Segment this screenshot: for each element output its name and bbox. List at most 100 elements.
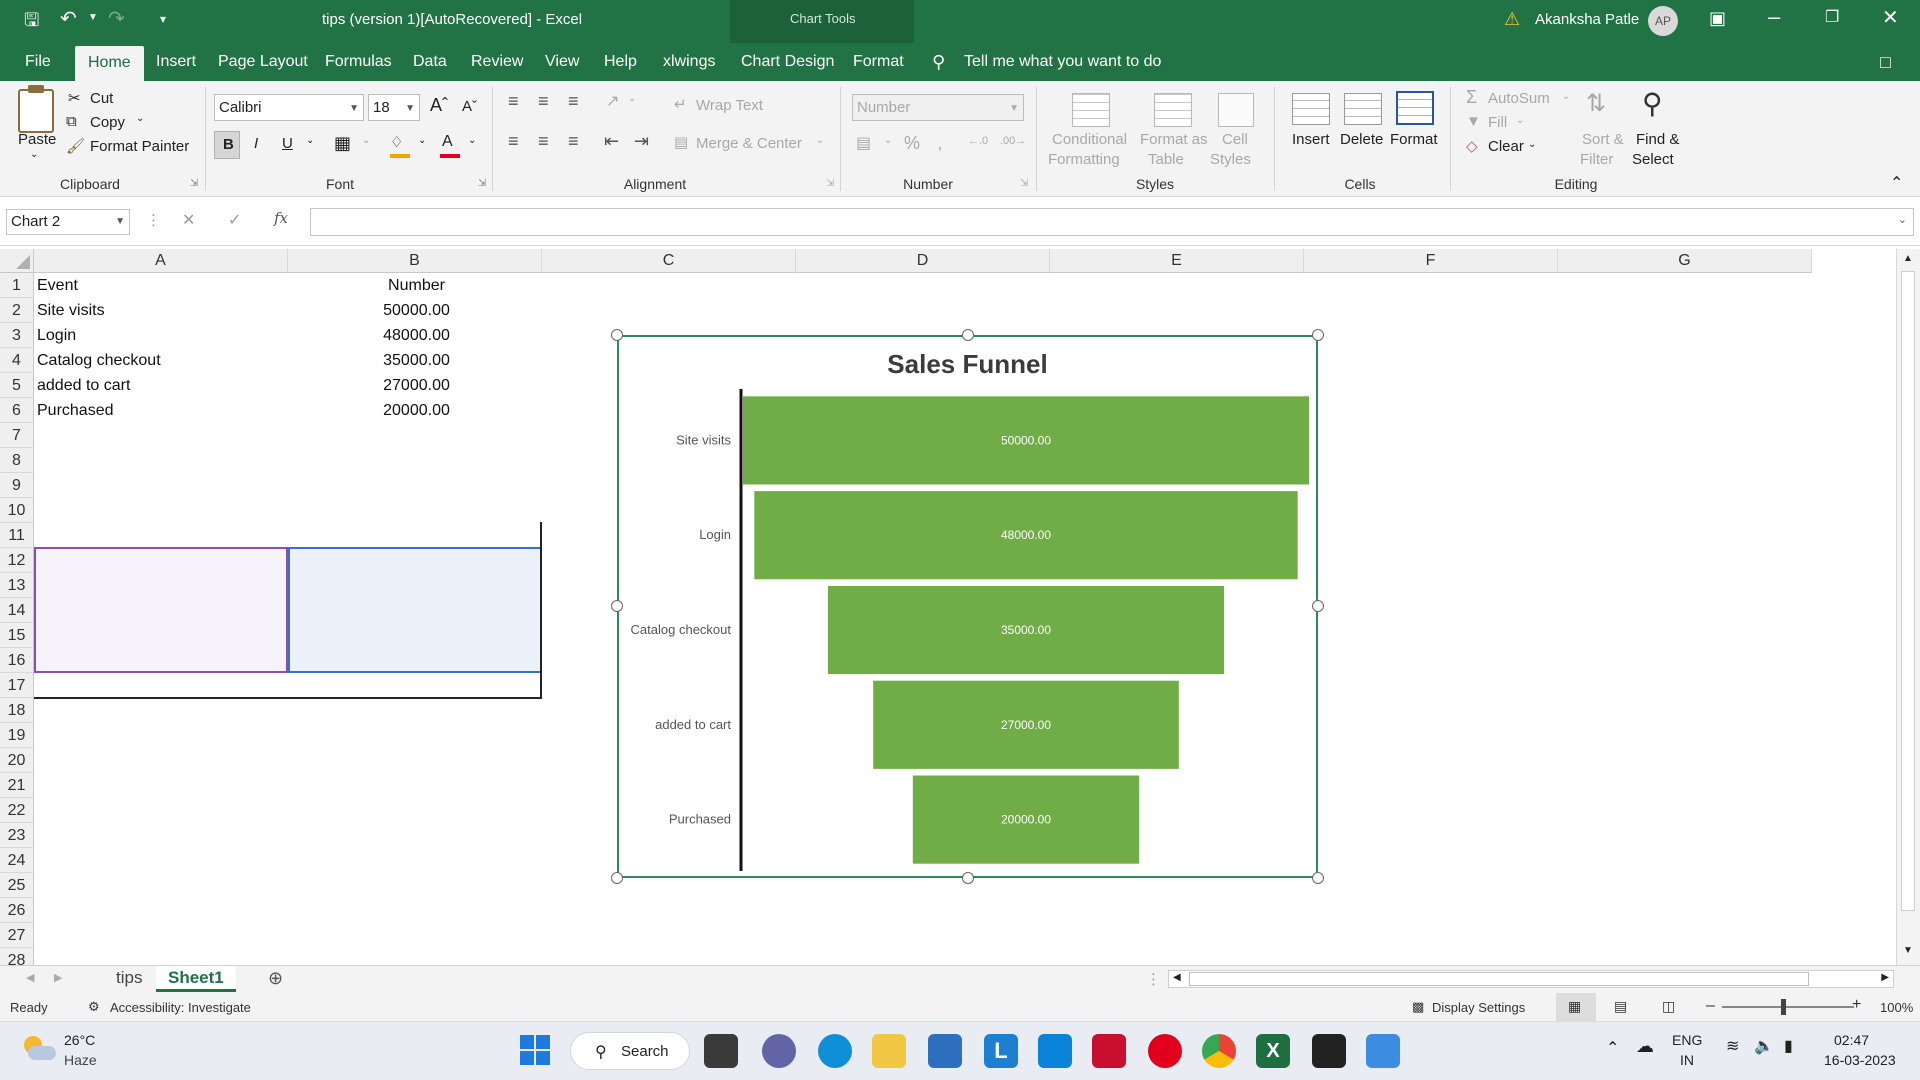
wrap-text-button[interactable]: Wrap Text (696, 97, 763, 114)
opera-browser-icon[interactable] (1148, 1034, 1182, 1068)
category-tick-label[interactable]: Catalog checkout (631, 622, 732, 637)
row-header[interactable]: 20 (0, 748, 34, 773)
data-label[interactable]: 20000.00 (1001, 813, 1051, 827)
table-cell[interactable]: Number (288, 273, 542, 298)
table-cell[interactable]: added to cart (34, 373, 288, 398)
excel-taskbar-icon[interactable]: X (1256, 1034, 1290, 1068)
accessibility-status[interactable]: Accessibility: Investigate (110, 1000, 251, 1015)
column-header[interactable]: D (796, 249, 1050, 273)
format-painter-button[interactable]: Format Painter (90, 138, 189, 155)
row-header[interactable]: 25 (0, 873, 34, 898)
accounting-format-icon[interactable]: ▤ (856, 133, 871, 153)
category-tick-label[interactable]: Site visits (676, 432, 731, 447)
row-header[interactable]: 26 (0, 898, 34, 923)
clear-dropdown-icon[interactable]: ⌄ (1528, 139, 1536, 150)
mail-icon[interactable] (928, 1034, 962, 1068)
zoom-slider-thumb[interactable] (1781, 999, 1786, 1015)
category-tick-label[interactable]: Purchased (669, 812, 731, 827)
prev-sheet-icon[interactable]: ◀ (26, 971, 34, 984)
conditional-formatting-label-1[interactable]: Conditional (1052, 131, 1127, 148)
column-header[interactable]: F (1304, 249, 1558, 273)
merge-center-button[interactable]: Merge & Center (696, 135, 802, 152)
clear-icon[interactable]: ◇ (1466, 137, 1478, 155)
table-cell[interactable]: Event (34, 273, 288, 298)
format-as-table-label-1[interactable]: Format as (1140, 131, 1208, 148)
borders-icon[interactable]: ▦ (334, 133, 351, 154)
font-launcher-icon[interactable]: ⇲ (478, 178, 486, 189)
horizontal-scrollbar[interactable]: ◀ ▶ (1168, 970, 1894, 988)
number-launcher-icon[interactable]: ⇲ (1020, 178, 1028, 189)
table-cell[interactable]: Catalog checkout (34, 348, 288, 373)
row-header[interactable]: 14 (0, 598, 34, 623)
collapse-ribbon-icon[interactable]: ⌃ (1890, 173, 1903, 193)
language-label-2[interactable]: IN (1680, 1052, 1694, 1068)
expand-formula-icon[interactable]: ⌄ (1898, 213, 1907, 226)
vertical-scroll-thumb[interactable] (1901, 271, 1915, 911)
align-bottom-icon[interactable]: ≡ (568, 91, 579, 112)
user-name[interactable]: Akanksha Patle (1535, 11, 1639, 28)
mcafee-icon[interactable] (1092, 1034, 1126, 1068)
orientation-dropdown-icon[interactable]: ⌄ (628, 93, 636, 104)
language-label-1[interactable]: ENG (1672, 1032, 1702, 1048)
format-cells-icon[interactable] (1396, 91, 1434, 125)
show-hidden-icons[interactable]: ⌃ (1606, 1038, 1619, 1058)
fill-icon[interactable]: ▼ (1466, 113, 1481, 130)
cell-styles-label-2[interactable]: Styles (1210, 151, 1251, 168)
comments-icon[interactable]: □ (1880, 43, 1891, 81)
cut-icon[interactable]: ✂ (68, 89, 81, 107)
zoom-slider[interactable] (1722, 1006, 1854, 1008)
enter-icon[interactable]: ✓ (228, 210, 241, 230)
funnel-plot[interactable]: 50000.00 Site visits 48000.00 Login 35000.00… (619, 337, 1316, 876)
zoom-out-icon[interactable]: – (1706, 997, 1715, 1015)
redo-icon[interactable]: ↷ (108, 6, 125, 31)
sheet-tab-tips[interactable]: tips (116, 968, 142, 988)
weather-condition[interactable]: Haze (64, 1052, 97, 1068)
edge-browser-icon[interactable] (818, 1034, 852, 1068)
row-header[interactable]: 15 (0, 623, 34, 648)
table-cell[interactable]: Login (34, 323, 288, 348)
paste-button[interactable]: Paste (18, 131, 56, 148)
scroll-down-icon[interactable]: ▼ (1903, 945, 1913, 956)
delete-cells-button[interactable]: Delete (1340, 131, 1383, 148)
sort-filter-label-2[interactable]: Filter (1580, 151, 1613, 168)
data-label[interactable]: 27000.00 (1001, 718, 1051, 732)
copy-dropdown-icon[interactable]: ⌄ (136, 113, 144, 124)
weather-icon[interactable] (20, 1034, 56, 1064)
row-header[interactable]: 12 (0, 548, 34, 573)
save-icon[interactable]: 🖫 (24, 8, 39, 38)
row-header[interactable]: 2 (0, 298, 34, 323)
align-top-icon[interactable]: ≡ (508, 91, 519, 112)
row-header[interactable]: 23 (0, 823, 34, 848)
delete-cells-icon[interactable] (1344, 93, 1382, 125)
paste-dropdown-icon[interactable]: ⌄ (30, 149, 38, 160)
merge-dropdown-icon[interactable]: ⌄ (816, 135, 824, 146)
row-header[interactable]: 1 (0, 273, 34, 298)
tab-home[interactable]: Home (75, 46, 144, 81)
table-cell[interactable]: Purchased (34, 398, 288, 423)
font-name-select[interactable]: Calibri ▼ (214, 94, 364, 121)
sheet-tab-sheet1[interactable]: Sheet1 (156, 966, 236, 992)
table-cell[interactable]: 48000.00 (288, 323, 542, 348)
select-all-corner[interactable] (0, 249, 34, 273)
autosum-icon[interactable]: Σ (1466, 87, 1477, 108)
merge-center-icon[interactable]: ▤ (674, 133, 688, 151)
accounting-dropdown-icon[interactable]: ⌄ (884, 135, 892, 146)
taskbar-search[interactable]: ⚲ Search (570, 1032, 690, 1070)
horizontal-scroll-thumb[interactable] (1189, 972, 1809, 986)
resize-handle[interactable] (1312, 872, 1324, 884)
battery-icon[interactable]: ▮ (1784, 1036, 1793, 1056)
row-header[interactable]: 24 (0, 848, 34, 873)
row-header[interactable]: 5 (0, 373, 34, 398)
wrap-text-icon[interactable]: ↵ (674, 95, 687, 113)
find-select-icon[interactable]: ⚲ (1642, 87, 1663, 120)
table-cell[interactable]: 50000.00 (288, 298, 542, 323)
tab-help[interactable]: Help (604, 43, 637, 81)
chrome-browser-icon[interactable] (1202, 1034, 1236, 1068)
row-header[interactable]: 7 (0, 423, 34, 448)
cancel-icon[interactable]: ✕ (182, 210, 195, 230)
clipboard-launcher-icon[interactable]: ⇲ (190, 178, 198, 189)
resize-handle[interactable] (962, 872, 974, 884)
alignment-launcher-icon[interactable]: ⇲ (826, 178, 834, 189)
font-size-select[interactable]: 18 ▼ (368, 94, 420, 121)
file-explorer-icon[interactable] (872, 1034, 906, 1068)
